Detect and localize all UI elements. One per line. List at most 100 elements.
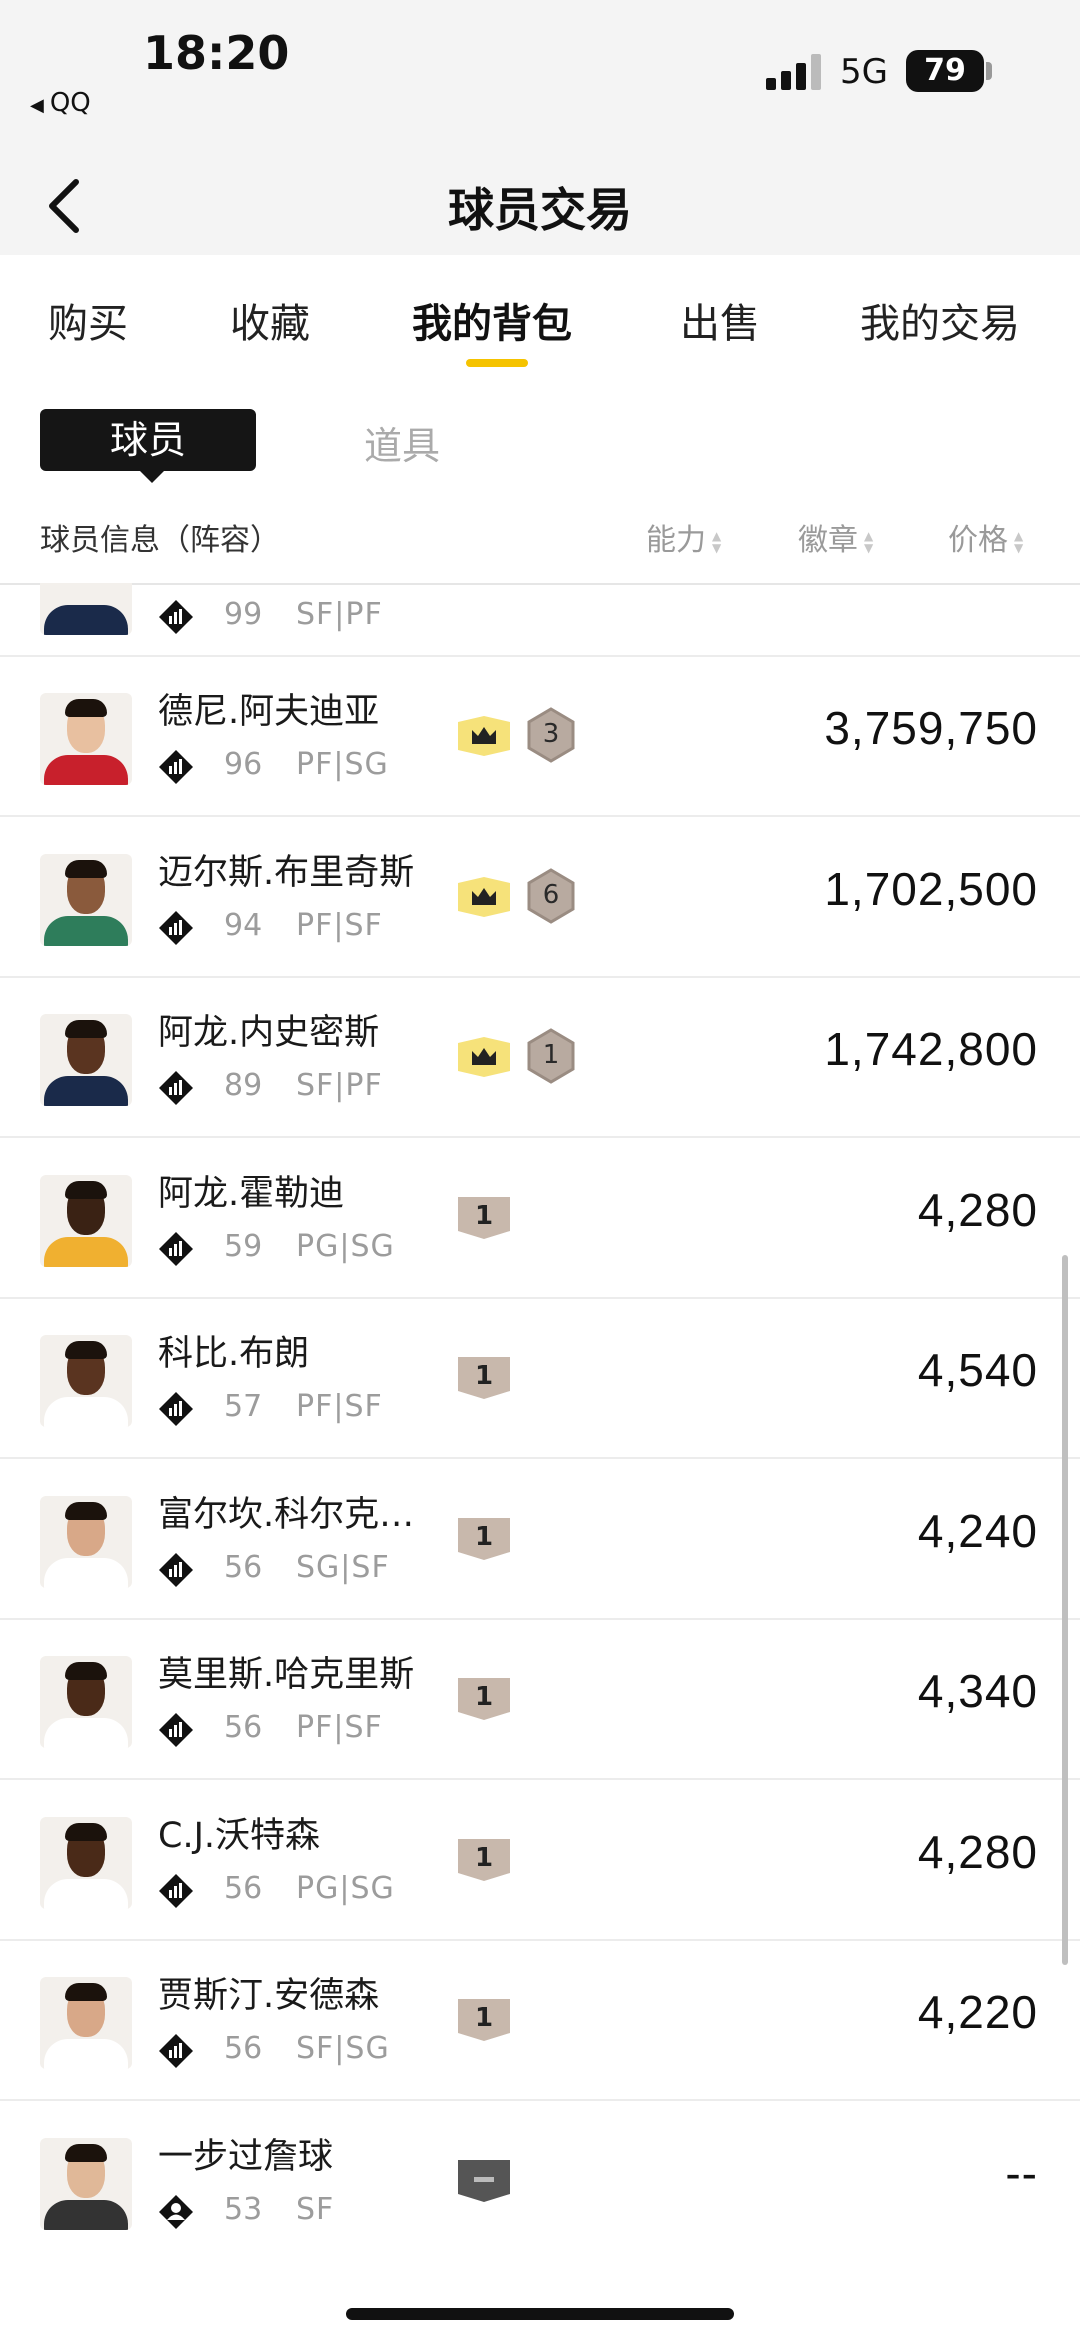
player-rating: 56 (224, 2031, 263, 2066)
player-avatar (40, 1977, 132, 2069)
segment-players[interactable]: 球员 (40, 409, 256, 483)
player-position: PF|SF (296, 907, 383, 943)
player-position: SF|SG (296, 2031, 390, 2066)
chart-diamond-icon (159, 2034, 193, 2068)
tab-buy[interactable]: 购买 (48, 291, 128, 349)
badge-tag: 1 (458, 1999, 510, 2041)
battery-icon: 79 (906, 50, 984, 92)
player-name: C.J.沃特森 (158, 1815, 321, 1856)
player-price: 4,280 (917, 1183, 1038, 1236)
home-indicator[interactable] (346, 2308, 734, 2320)
player-rating: 56 (224, 1870, 263, 1906)
player-price: 4,280 (917, 1825, 1038, 1878)
list-item[interactable]: 富尔坎.科尔克… 56 SG|SF 1 4,240 (0, 1458, 1080, 1620)
tab-my-trades[interactable]: 我的交易 (860, 291, 1020, 349)
chart-diamond-icon (159, 1071, 193, 1105)
player-name: 迈尔斯.布里奇斯 (158, 852, 415, 893)
player-position: SF|PF (296, 1068, 383, 1103)
player-price: 4,220 (917, 1986, 1038, 2038)
player-list: 99 SF|PF 德尼.阿夫迪亚 96 PF|SG 3 3,759,750 迈尔斯.布里奇… (0, 583, 1080, 2250)
list-item[interactable]: 阿龙.霍勒迪 59 PG|SG 1 4,280 (0, 1137, 1080, 1299)
sort-ability[interactable]: 能力 ▲ ▼ (646, 515, 721, 559)
player-name: 富尔坎.科尔克… (158, 1494, 415, 1535)
list-item[interactable]: 阿龙.内史密斯 89 SF|PF 1 1,742,800 (0, 976, 1080, 1138)
badge-level: 6 (542, 879, 560, 910)
player-position: PF|SF (296, 1389, 383, 1424)
list-item-partial[interactable]: 99 SF|PF (0, 583, 1080, 657)
column-header: 球员信息（阵容） 能力 ▲ ▼ 徽章 ▲ ▼ 价格 ▲ ▼ (0, 485, 1080, 585)
list-item[interactable]: 一步过詹球 53 SF -- (0, 2100, 1080, 2251)
list-item[interactable]: 贾斯汀.安德森 56 SF|SG 1 4,220 (0, 1939, 1080, 2101)
crown-badge-icon (458, 1037, 510, 1077)
chart-diamond-icon (159, 1392, 193, 1426)
list-item[interactable]: 迈尔斯.布里奇斯 94 PF|SF 6 1,702,500 (0, 816, 1080, 978)
sort-price[interactable]: 价格 ▲ ▼ (948, 515, 1023, 559)
network-type: 5G (840, 52, 888, 92)
status-time: 18:20 (143, 26, 290, 80)
person-diamond-icon (159, 2194, 193, 2229)
sort-arrows-icon: ▲ ▼ (712, 528, 722, 555)
player-avatar (40, 853, 132, 946)
chart-diamond-icon (159, 1713, 193, 1747)
chart-diamond-icon (159, 600, 193, 634)
badge-level: 1 (474, 1842, 494, 1873)
signal-icon (766, 54, 822, 90)
chart-diamond-icon (159, 1231, 193, 1266)
player-name: 莫里斯.哈克里斯 (158, 1655, 415, 1695)
back-triangle-icon: ◀ (30, 95, 44, 116)
badge-tag: 1 (458, 1838, 510, 1881)
back-to-app-link[interactable]: ◀ QQ (30, 88, 91, 118)
sort-price-label: 价格 (948, 523, 1008, 558)
badge-level-hex: 3 (526, 707, 576, 763)
badge-level: 1 (474, 2003, 494, 2033)
chart-diamond-icon (159, 1552, 193, 1587)
list-item[interactable]: C.J.沃特森 56 PG|SG 1 4,280 (0, 1779, 1080, 1941)
tab-sell[interactable]: 出售 (680, 291, 760, 349)
player-price: 3,759,750 (824, 702, 1038, 754)
crown-badge-icon (458, 716, 510, 756)
player-avatar (40, 1656, 132, 1748)
tab-my-bag[interactable]: 我的背包 (412, 291, 572, 349)
player-rating: 89 (224, 1068, 263, 1103)
chart-diamond-icon (159, 1873, 193, 1908)
player-rating: 56 (224, 1549, 263, 1585)
player-avatar (40, 2137, 132, 2230)
player-position: PG|SG (296, 1228, 395, 1264)
scrollbar[interactable] (1062, 1255, 1068, 1965)
badge-level: 1 (474, 1361, 494, 1391)
nav-bar: 球员交易 (0, 160, 1080, 255)
player-name: 一步过詹球 (158, 2136, 334, 2177)
player-avatar (40, 1816, 132, 1909)
list-item[interactable]: 莫里斯.哈克里斯 56 PF|SF 1 4,340 (0, 1618, 1080, 1780)
crown-badge-icon (458, 876, 510, 917)
player-rating: 53 (224, 2191, 263, 2227)
column-player-info: 球员信息（阵容） (40, 523, 280, 558)
player-avatar (40, 1014, 132, 1106)
player-name: 德尼.阿夫迪亚 (158, 692, 380, 732)
badge-tag: 1 (458, 1517, 510, 1560)
player-rating: 57 (224, 1389, 263, 1424)
sort-badge[interactable]: 徽章 ▲ ▼ (798, 515, 873, 559)
badge-tag: 1 (458, 1357, 510, 1399)
player-name: 阿龙.霍勒迪 (158, 1173, 345, 1214)
active-tab-indicator (466, 359, 528, 367)
player-price: 1,702,500 (824, 862, 1038, 915)
player-position: SG|SF (296, 1549, 390, 1585)
tab-favorites[interactable]: 收藏 (230, 291, 310, 349)
empty-badge-icon (458, 2159, 510, 2202)
segment-control: 球员 道具 (0, 375, 1080, 485)
status-bar: 18:20 ◀ QQ 5G 79 (0, 0, 1080, 160)
list-item[interactable]: 德尼.阿夫迪亚 96 PF|SG 3 3,759,750 (0, 655, 1080, 817)
player-price: -- (1005, 2146, 1038, 2199)
player-rating: 99 (224, 597, 263, 632)
player-price: 4,240 (917, 1504, 1038, 1557)
badge-level: 1 (474, 1521, 494, 1552)
page-title: 球员交易 (448, 183, 632, 237)
segment-items[interactable]: 道具 (364, 415, 440, 470)
list-item[interactable]: 科比.布朗 57 PF|SF 1 4,540 (0, 1297, 1080, 1459)
sort-badge-label: 徽章 (798, 523, 858, 558)
player-rating: 94 (224, 907, 263, 943)
badge-level: 1 (474, 1200, 494, 1231)
badge-level: 1 (474, 1682, 494, 1712)
badge-level: 1 (542, 1040, 560, 1070)
